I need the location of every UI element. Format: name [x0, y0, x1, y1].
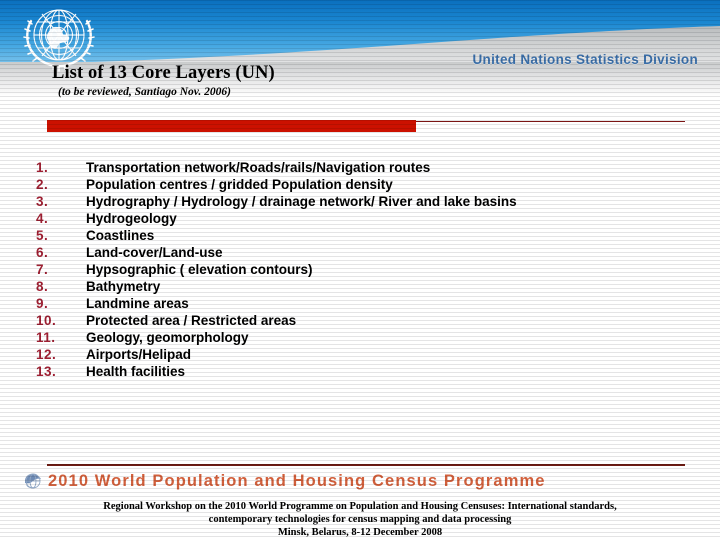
list-item: 1. Transportation network/Roads/rails/Na… [0, 160, 720, 177]
list-item-label: Hydrography / Hydrology / drainage netwo… [86, 194, 517, 209]
list-item-label: Population centres / gridded Population … [86, 177, 393, 192]
list-item-number: 4. [36, 211, 49, 226]
list-item: 13. Health facilities [0, 364, 720, 381]
list-item-number: 10. [36, 313, 57, 328]
list-item-number: 12. [36, 347, 57, 362]
list-item-label: Coastlines [86, 228, 155, 243]
list-item: 11. Geology, geomorphology [0, 330, 720, 347]
list-item-label: Health facilities [86, 364, 186, 379]
accent-bar [47, 120, 416, 132]
footer-line-2: contemporary technologies for census map… [208, 514, 512, 525]
list-item: 4. Hydrogeology [0, 211, 720, 228]
footer-line-3: Minsk, Belarus, 8-12 December 2008 [277, 527, 443, 538]
list-item: 9. Landmine areas [0, 296, 720, 313]
list-item: 12. Airports/Helipad [0, 347, 720, 364]
slide: United Nations Statistics Division List … [0, 0, 720, 540]
list-item-label: Geology, geomorphology [86, 330, 249, 345]
list-item-number: 13. [36, 364, 57, 379]
census-globe-icon [25, 473, 41, 489]
list-item: 3. Hydrography / Hydrology / drainage ne… [0, 194, 720, 211]
list-item-number: 6. [36, 245, 49, 260]
list-item: 6. Land-cover/Land-use [0, 245, 720, 262]
list-item-label: Airports/Helipad [86, 347, 192, 362]
footer-workshop-info: Regional Workshop on the 2010 World Prog… [0, 500, 720, 539]
list-item-label: Bathymetry [86, 279, 161, 294]
footer-line-1: Regional Workshop on the 2010 World Prog… [103, 501, 617, 512]
list-item-label: Hypsographic ( elevation contours) [86, 262, 313, 277]
list-item-label: Landmine areas [86, 296, 189, 311]
list-item-number: 2. [36, 177, 49, 192]
list-item: 7. Hypsographic ( elevation contours) [0, 262, 720, 279]
list-item-number: 1. [36, 160, 49, 175]
list-item: 5. Coastlines [0, 228, 720, 245]
core-layers-list: 1. Transportation network/Roads/rails/Na… [0, 160, 720, 381]
list-item-label: Land-cover/Land-use [86, 245, 223, 260]
list-item-label: Transportation network/Roads/rails/Navig… [86, 160, 431, 175]
list-item-number: 11. [36, 330, 56, 345]
footer-divider [47, 464, 685, 466]
list-item: 2. Population centres / gridded Populati… [0, 177, 720, 194]
list-item: 8. Bathymetry [0, 279, 720, 296]
census-programme-banner: 2010 World Population and Housing Census… [0, 468, 720, 494]
list-item-number: 8. [36, 279, 49, 294]
list-item-label: Hydrogeology [86, 211, 177, 226]
list-item-number: 7. [36, 262, 49, 277]
page-title: List of 13 Core Layers (UN) [52, 63, 275, 83]
list-item: 10. Protected area / Restricted areas [0, 313, 720, 330]
list-item-number: 5. [36, 228, 49, 243]
list-item-number: 3. [36, 194, 49, 209]
list-item-label: Protected area / Restricted areas [86, 313, 297, 328]
title-block: List of 13 Core Layers (UN) (to be revie… [52, 63, 672, 99]
census-banner-text: 2010 World Population and Housing Census… [48, 471, 546, 490]
list-item-number: 9. [36, 296, 49, 311]
page-subtitle: (to be reviewed, Santiago Nov. 2006) [58, 86, 232, 99]
